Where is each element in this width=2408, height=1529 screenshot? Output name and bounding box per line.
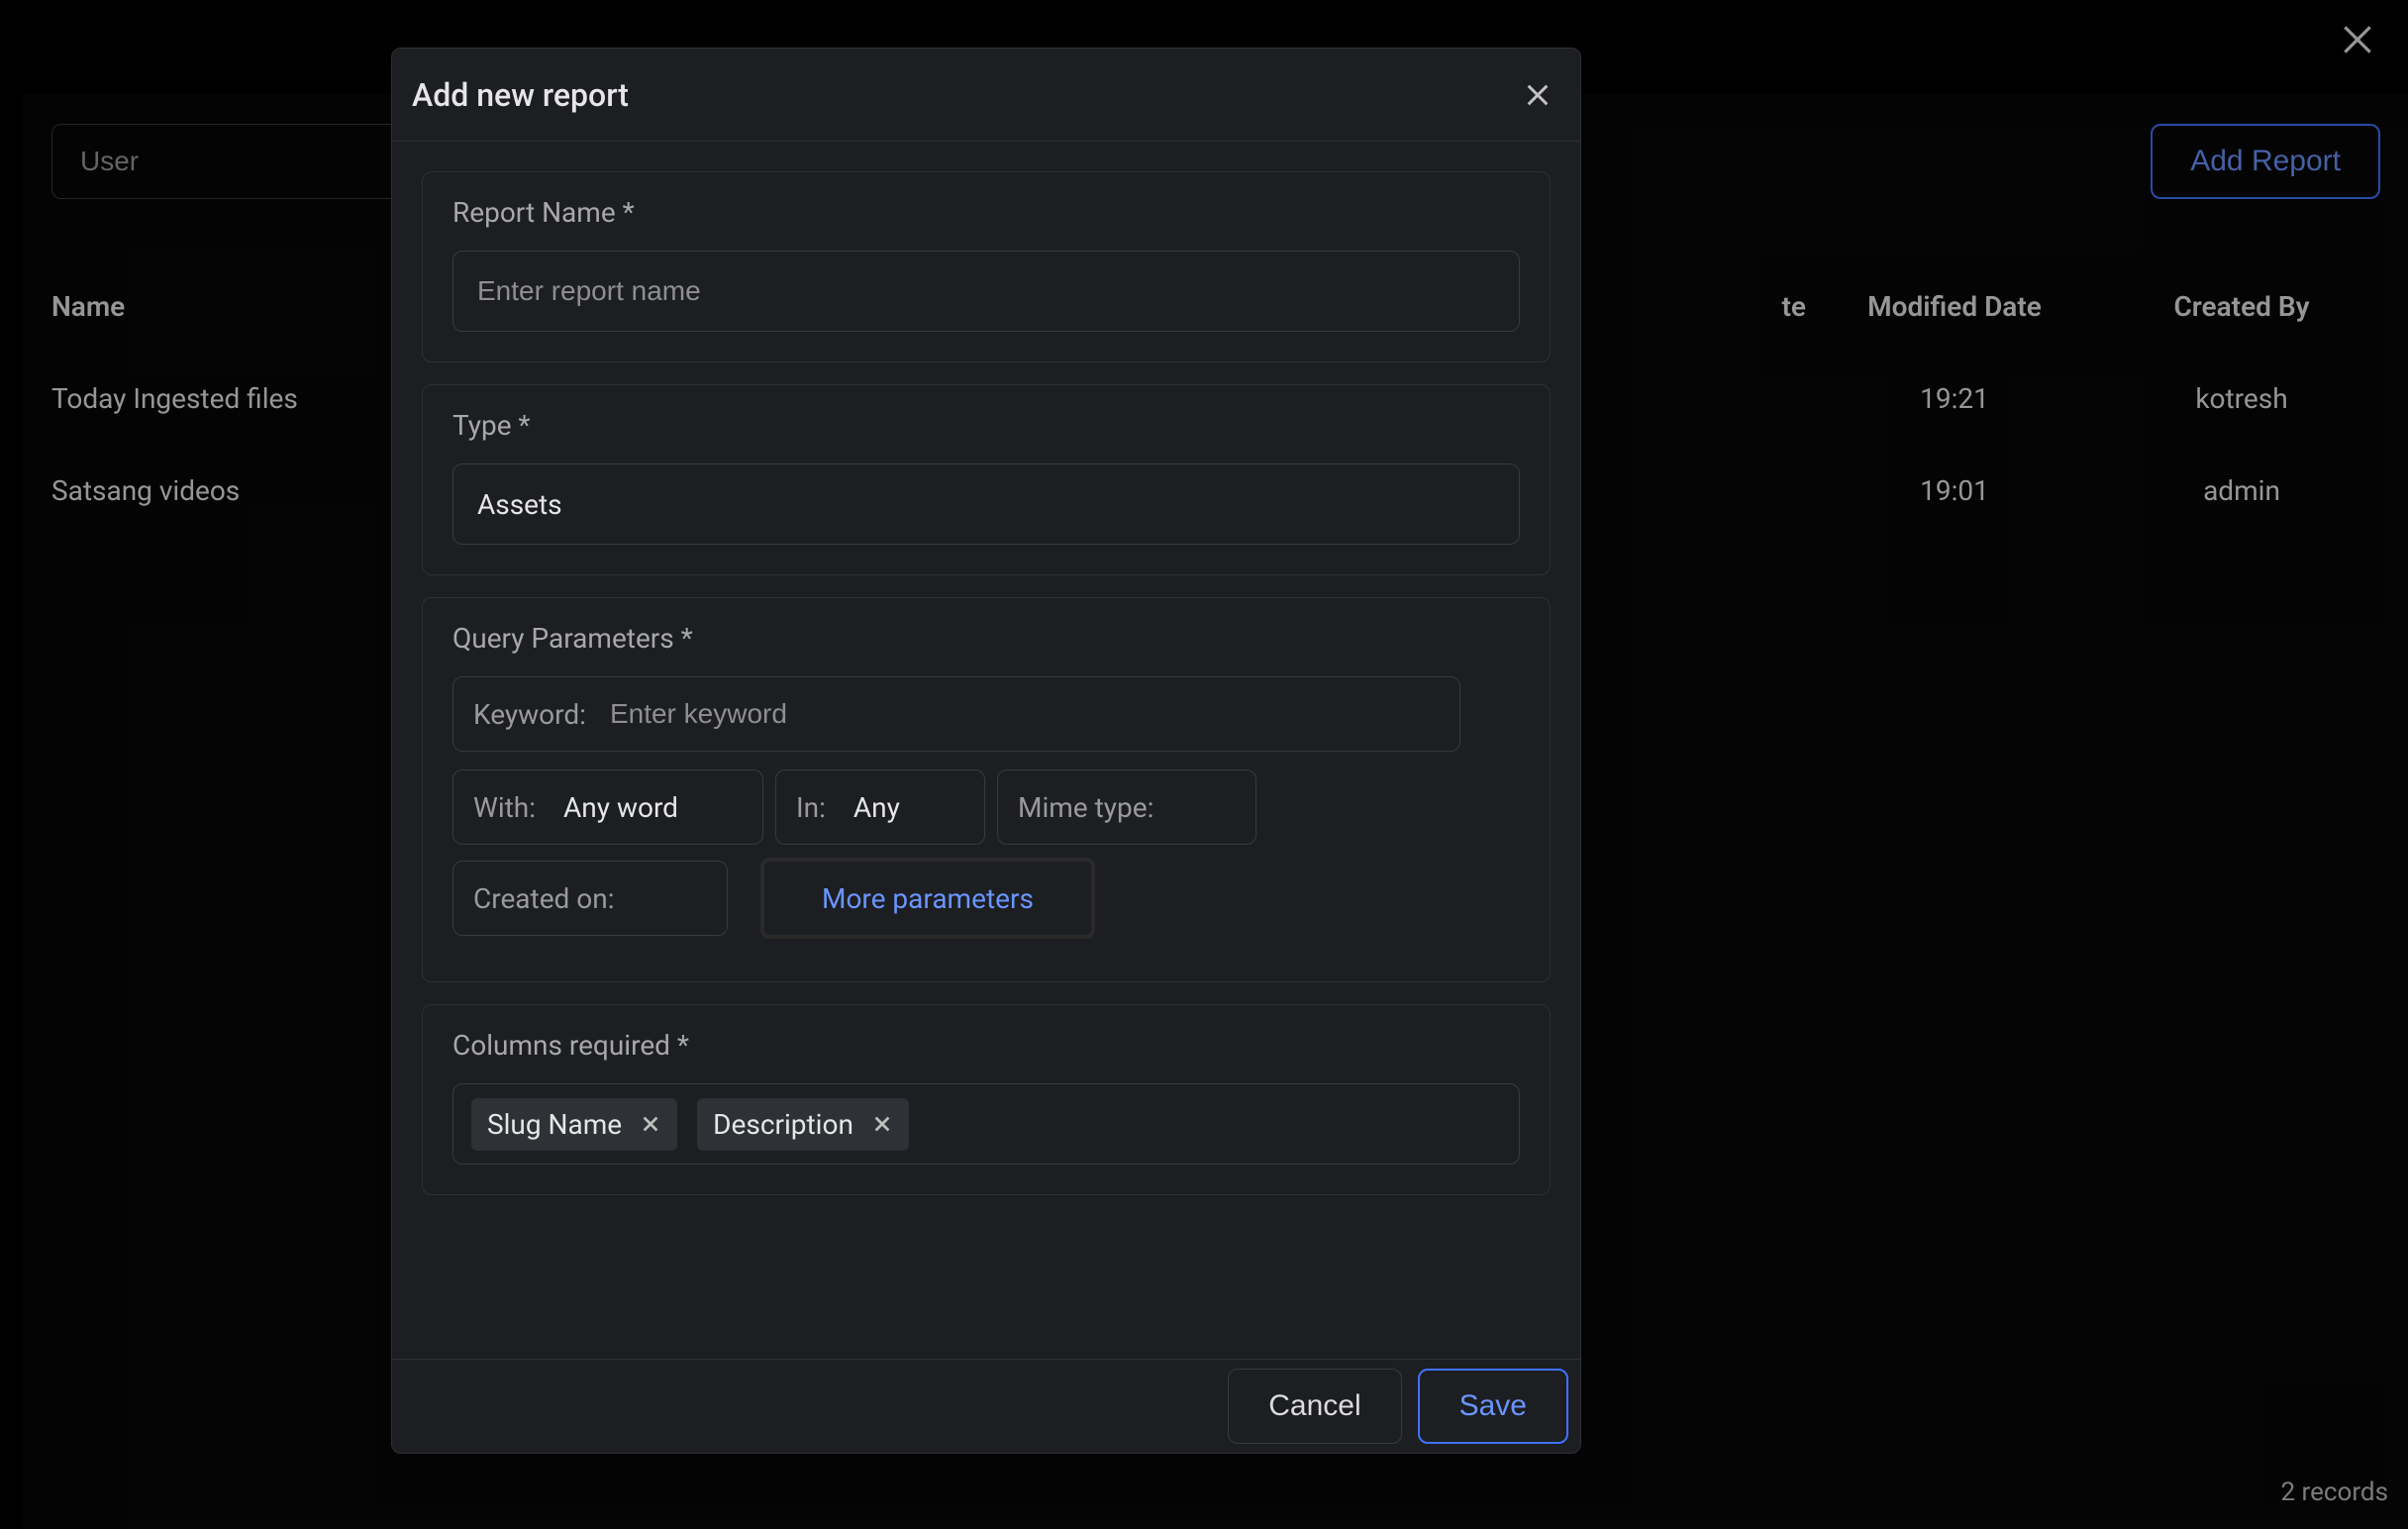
section-query-parameters: Query Parameters * Keyword: With: Any wo…	[422, 597, 1551, 982]
close-icon	[1522, 79, 1554, 111]
modal-overlay: Add new report Report Name * Type * Asse…	[0, 0, 2408, 1529]
tag-label: Description	[713, 1108, 853, 1141]
tag-description: Description	[697, 1098, 909, 1151]
param-mime-label: Mime type:	[1018, 791, 1154, 824]
param-row-1: With: Any word In: Any Mime type:	[452, 769, 1520, 845]
columns-tags-input[interactable]: Slug Name Description	[452, 1083, 1520, 1165]
close-icon	[871, 1113, 893, 1135]
keyword-input[interactable]	[610, 698, 1440, 730]
more-parameters-button[interactable]: More parameters	[763, 861, 1092, 936]
param-created-on[interactable]: Created on:	[452, 861, 728, 936]
query-parameters-label: Query Parameters *	[452, 622, 1520, 655]
tag-remove-button[interactable]	[871, 1113, 893, 1135]
section-columns-required: Columns required * Slug Name Description	[422, 1004, 1551, 1195]
type-label: Type *	[452, 409, 1520, 442]
tag-remove-button[interactable]	[640, 1113, 661, 1135]
param-with[interactable]: With: Any word	[452, 769, 763, 845]
tag-label: Slug Name	[487, 1108, 622, 1141]
param-with-value: Any word	[563, 791, 678, 824]
param-in-label: In:	[796, 791, 826, 824]
param-row-2: Created on: More parameters	[452, 861, 1520, 936]
modal-close-button[interactable]	[1513, 70, 1562, 120]
param-mime-type[interactable]: Mime type:	[997, 769, 1256, 845]
type-select-value: Assets	[477, 488, 562, 521]
section-report-name: Report Name *	[422, 171, 1551, 362]
modal-title: Add new report	[412, 76, 629, 114]
add-report-modal: Add new report Report Name * Type * Asse…	[391, 48, 1581, 1454]
columns-required-label: Columns required *	[452, 1029, 1520, 1062]
modal-body: Report Name * Type * Assets Query Parame…	[392, 142, 1580, 1359]
close-icon	[640, 1113, 661, 1135]
report-name-label: Report Name *	[452, 196, 1520, 229]
modal-footer: Cancel Save	[392, 1359, 1580, 1453]
modal-header: Add new report	[392, 49, 1580, 142]
param-created-on-label: Created on:	[473, 882, 615, 915]
section-type: Type * Assets	[422, 384, 1551, 575]
keyword-field[interactable]: Keyword:	[452, 676, 1460, 752]
cancel-button[interactable]: Cancel	[1228, 1369, 1401, 1444]
type-select[interactable]: Assets	[452, 463, 1520, 545]
keyword-label: Keyword:	[473, 698, 586, 731]
save-button[interactable]: Save	[1418, 1369, 1568, 1444]
param-in[interactable]: In: Any	[775, 769, 985, 845]
report-name-input[interactable]	[452, 251, 1520, 332]
param-in-value: Any	[853, 791, 900, 824]
param-with-label: With:	[473, 791, 536, 824]
tag-slug-name: Slug Name	[471, 1098, 677, 1151]
